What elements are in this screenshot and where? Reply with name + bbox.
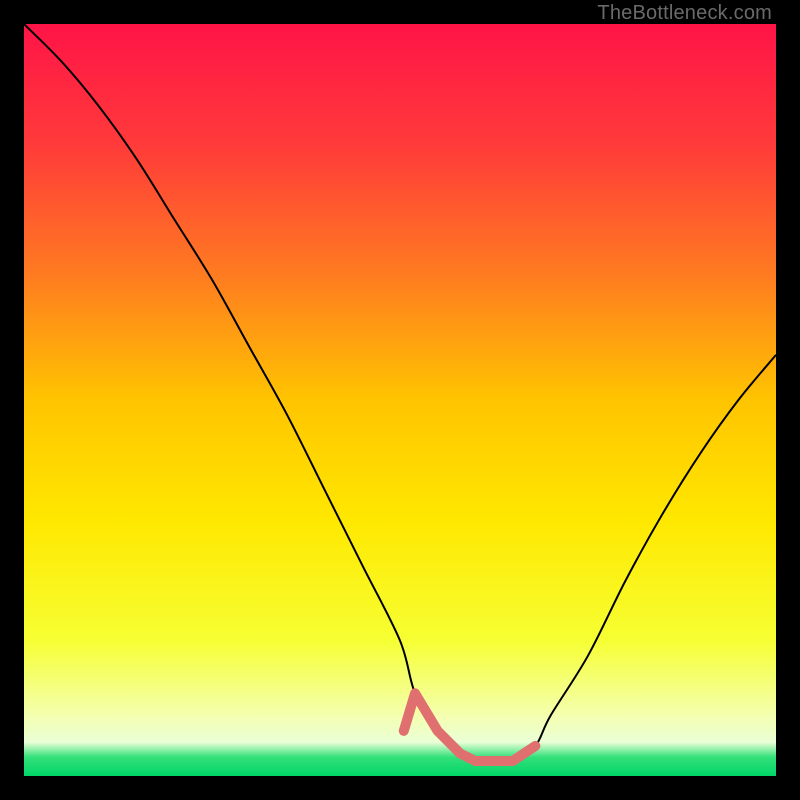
gradient-background [24,24,776,776]
watermark-text: TheBottleneck.com [597,2,772,25]
bottleneck-chart [24,24,776,776]
chart-container: TheBottleneck.com [0,0,800,800]
